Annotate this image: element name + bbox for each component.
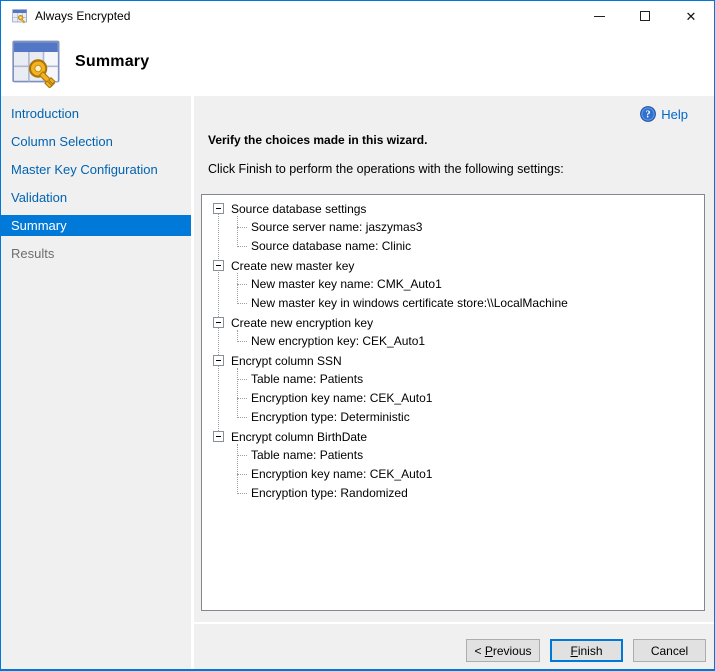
tree-leaf-item[interactable]: Encryption type: Randomized bbox=[237, 484, 704, 503]
footer-separator bbox=[194, 622, 714, 624]
collapse-minus-icon[interactable] bbox=[213, 203, 224, 214]
settings-summary-tree[interactable]: Source database settings Source server n… bbox=[201, 194, 705, 611]
sidebar-item-validation[interactable]: Validation bbox=[1, 187, 191, 208]
collapse-minus-icon[interactable] bbox=[213, 260, 224, 271]
tree-leaf-item[interactable]: Table name: Patients bbox=[237, 446, 704, 465]
tree-leaf-item[interactable]: Encryption type: Deterministic bbox=[237, 408, 704, 427]
tree-node[interactable]: Encrypt column SSN bbox=[213, 351, 704, 370]
tree-group-encrypt-ssn: Encrypt column SSN Table name: Patients … bbox=[213, 351, 704, 427]
table-key-icon-small bbox=[12, 8, 28, 24]
sidebar: Introduction Column Selection Master Key… bbox=[1, 96, 191, 669]
sidebar-item-introduction[interactable]: Introduction bbox=[1, 103, 191, 124]
minimize-button[interactable] bbox=[576, 1, 622, 31]
tree-group-source-database: Source database settings Source server n… bbox=[213, 199, 704, 256]
page-title: Summary bbox=[75, 53, 149, 71]
wizard-body: Introduction Column Selection Master Key… bbox=[1, 96, 714, 669]
tree-group-create-encryption-key: Create new encryption key New encryption… bbox=[213, 313, 704, 351]
cancel-button[interactable]: Cancel bbox=[633, 639, 706, 662]
tree-leaf-item[interactable]: New master key name: CMK_Auto1 bbox=[237, 275, 704, 294]
wizard-header: Summary bbox=[1, 31, 714, 96]
tree-node[interactable]: Source database settings bbox=[213, 199, 704, 218]
help-icon: ? bbox=[640, 106, 656, 122]
maximize-icon bbox=[640, 11, 650, 21]
close-button[interactable]: ✕ bbox=[668, 1, 714, 31]
verify-heading: Verify the choices made in this wizard. bbox=[208, 133, 427, 147]
title-bar[interactable]: Always Encrypted ✕ bbox=[1, 1, 714, 31]
tree-node-label: Create new master key bbox=[231, 259, 354, 273]
maximize-button[interactable] bbox=[622, 1, 668, 31]
svg-text:?: ? bbox=[646, 110, 651, 121]
collapse-minus-icon[interactable] bbox=[213, 355, 224, 366]
tree-leaf-item[interactable]: Encryption key name: CEK_Auto1 bbox=[237, 465, 704, 484]
instruction-text: Click Finish to perform the operations w… bbox=[208, 162, 564, 176]
finish-button[interactable]: Finish bbox=[550, 639, 623, 662]
tree-node[interactable]: Create new encryption key bbox=[213, 313, 704, 332]
sidebar-separator bbox=[191, 96, 194, 669]
collapse-minus-icon[interactable] bbox=[213, 317, 224, 328]
tree-node-label: Encrypt column SSN bbox=[231, 354, 342, 368]
help-link[interactable]: ? Help bbox=[640, 106, 688, 122]
tree-node-label: Encrypt column BirthDate bbox=[231, 430, 367, 444]
close-icon: ✕ bbox=[686, 10, 697, 23]
previous-button[interactable]: < Previous bbox=[466, 639, 540, 662]
collapse-minus-icon[interactable] bbox=[213, 431, 224, 442]
tree-leaf-item[interactable]: Table name: Patients bbox=[237, 370, 704, 389]
tree-children: Source server name: jaszymas3 Source dat… bbox=[237, 218, 704, 256]
table-key-icon bbox=[11, 36, 63, 88]
tree-group-encrypt-birthdate: Encrypt column BirthDate Table name: Pat… bbox=[213, 427, 704, 503]
tree-node-label: Create new encryption key bbox=[231, 316, 373, 330]
always-encrypted-wizard-window: Always Encrypted ✕ Summary Introduction bbox=[0, 0, 715, 671]
minimize-icon bbox=[594, 16, 605, 17]
tree-root: Source database settings Source server n… bbox=[202, 195, 704, 503]
tree-leaf-item[interactable]: Source server name: jaszymas3 bbox=[237, 218, 704, 237]
tree-leaf-item[interactable]: New encryption key: CEK_Auto1 bbox=[237, 332, 704, 351]
sidebar-item-results: Results bbox=[1, 243, 191, 264]
tree-leaf-item[interactable]: New master key in windows certificate st… bbox=[237, 294, 704, 313]
tree-children: Table name: Patients Encryption key name… bbox=[237, 446, 704, 503]
tree-children: New master key name: CMK_Auto1 New maste… bbox=[237, 275, 704, 313]
window-controls: ✕ bbox=[576, 1, 714, 31]
sidebar-item-column-selection[interactable]: Column Selection bbox=[1, 131, 191, 152]
tree-node-label: Source database settings bbox=[231, 202, 366, 216]
window-title: Always Encrypted bbox=[35, 9, 130, 23]
sidebar-item-summary[interactable]: Summary bbox=[1, 215, 191, 236]
tree-leaf-item[interactable]: Source database name: Clinic bbox=[237, 237, 704, 256]
sidebar-item-master-key-configuration[interactable]: Master Key Configuration bbox=[1, 159, 191, 180]
tree-group-create-master-key: Create new master key New master key nam… bbox=[213, 256, 704, 313]
tree-node[interactable]: Create new master key bbox=[213, 256, 704, 275]
tree-node[interactable]: Encrypt column BirthDate bbox=[213, 427, 704, 446]
tree-children: New encryption key: CEK_Auto1 bbox=[237, 332, 704, 351]
tree-leaf-item[interactable]: Encryption key name: CEK_Auto1 bbox=[237, 389, 704, 408]
tree-children: Table name: Patients Encryption key name… bbox=[237, 370, 704, 427]
help-label: Help bbox=[661, 107, 688, 122]
